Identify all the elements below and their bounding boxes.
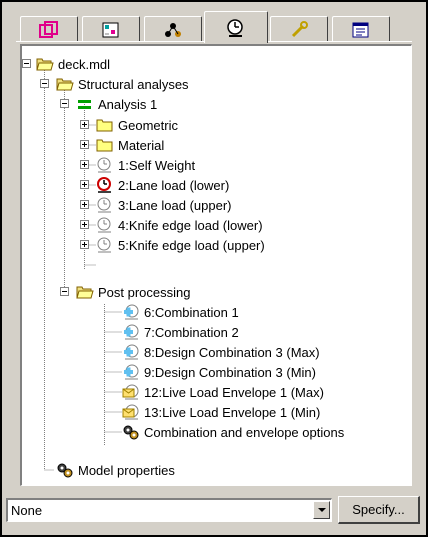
tree-node-loadcase-2[interactable]: 2:Lane load (lower) bbox=[96, 175, 229, 195]
tab-strip bbox=[20, 10, 412, 43]
tree-node-loadcase-5[interactable]: 5:Knife edge load (upper) bbox=[96, 235, 265, 255]
expand-toggle[interactable] bbox=[80, 120, 89, 129]
clock-icon bbox=[96, 237, 114, 253]
tree-node-label: 6:Combination 1 bbox=[144, 304, 239, 320]
expand-toggle[interactable] bbox=[80, 180, 89, 189]
tree-node-combination-options[interactable]: Combination and envelope options bbox=[122, 422, 344, 442]
tree-node-label: 5:Knife edge load (upper) bbox=[118, 237, 265, 253]
tab-analysis[interactable] bbox=[204, 11, 268, 43]
tree-node-label: Model properties bbox=[78, 462, 175, 478]
combination-icon bbox=[122, 364, 140, 380]
clock-icon bbox=[96, 157, 114, 173]
open-folder-icon bbox=[76, 284, 94, 300]
tree-node-label: Structural analyses bbox=[78, 76, 189, 92]
tree-node-label: 9:Design Combination 3 (Min) bbox=[144, 364, 316, 380]
tab-geometry[interactable] bbox=[20, 16, 78, 42]
tab-properties[interactable] bbox=[332, 16, 390, 42]
tree-node-label: 4:Knife edge load (lower) bbox=[118, 217, 263, 233]
tree-node-label: 7:Combination 2 bbox=[144, 324, 239, 340]
expand-toggle[interactable] bbox=[80, 240, 89, 249]
tree-node-post-processing[interactable]: Post processing bbox=[76, 282, 191, 302]
open-folder-icon bbox=[36, 56, 54, 72]
tab-grid[interactable] bbox=[82, 16, 140, 42]
tree-node-analysis-1[interactable]: Analysis 1 bbox=[76, 94, 157, 114]
tree-node-label: Post processing bbox=[98, 284, 191, 300]
tree-node-envelope-12[interactable]: 12:Live Load Envelope 1 (Max) bbox=[122, 382, 324, 402]
expand-toggle[interactable] bbox=[80, 220, 89, 229]
tree-node-label: Analysis 1 bbox=[98, 96, 158, 112]
filter-combo[interactable]: None bbox=[6, 498, 332, 522]
folder-icon bbox=[96, 117, 114, 133]
tree-node-loadcase-4[interactable]: 4:Knife edge load (lower) bbox=[96, 215, 263, 235]
tree-node-label: Geometric bbox=[118, 117, 178, 133]
tab-tools[interactable] bbox=[270, 16, 328, 42]
clock-icon bbox=[96, 197, 114, 213]
gears-icon bbox=[122, 424, 140, 440]
expand-toggle-root[interactable] bbox=[22, 59, 31, 68]
tree-node-material[interactable]: Material bbox=[96, 135, 164, 155]
tree-node-root[interactable]: deck.mdl bbox=[36, 54, 110, 74]
wrench-icon bbox=[289, 20, 309, 39]
tree-node-combination-8[interactable]: 8:Design Combination 3 (Max) bbox=[122, 342, 320, 362]
combination-icon bbox=[122, 344, 140, 360]
combo-value: None bbox=[11, 503, 43, 518]
tree-node-label: 8:Design Combination 3 (Max) bbox=[144, 344, 320, 360]
tree-node-loadcase-3[interactable]: 3:Lane load (upper) bbox=[96, 195, 231, 215]
tree-node-label: 2:Lane load (lower) bbox=[118, 177, 230, 193]
tree-node-model-properties[interactable]: Model properties bbox=[56, 460, 175, 480]
folder-icon bbox=[96, 137, 114, 153]
specify-button[interactable]: Specify... bbox=[338, 496, 420, 524]
tree-node-combination-9[interactable]: 9:Design Combination 3 (Min) bbox=[122, 362, 316, 382]
model-tree[interactable]: deck.mdl Structural analyses Analysis 1 … bbox=[20, 44, 412, 486]
tree-node-structural-analyses[interactable]: Structural analyses bbox=[56, 74, 189, 94]
tree-node-envelope-13[interactable]: 13:Live Load Envelope 1 (Min) bbox=[122, 402, 320, 422]
tree-node-label: 12:Live Load Envelope 1 (Max) bbox=[144, 384, 324, 400]
tree-node-combination-6[interactable]: 6:Combination 1 bbox=[122, 302, 239, 322]
open-folder-icon bbox=[56, 76, 74, 92]
tree-node-geometric[interactable]: Geometric bbox=[96, 115, 178, 135]
tree-node-label: 3:Lane load (upper) bbox=[118, 197, 232, 213]
analysis-equals-icon bbox=[76, 96, 94, 112]
expand-toggle[interactable] bbox=[80, 140, 89, 149]
tree-node-label: Material bbox=[118, 137, 165, 153]
tab-groups[interactable] bbox=[144, 16, 202, 42]
envelope-icon bbox=[122, 404, 140, 420]
expand-toggle-analysis[interactable] bbox=[60, 99, 69, 108]
geometry-view-icon bbox=[39, 20, 59, 39]
expand-toggle[interactable] bbox=[80, 200, 89, 209]
analysis-clock-icon bbox=[225, 18, 247, 38]
combination-icon bbox=[122, 324, 140, 340]
clock-icon bbox=[96, 217, 114, 233]
gears-icon bbox=[56, 462, 74, 478]
tree-node-label: Combination and envelope options bbox=[144, 424, 345, 440]
expand-toggle-post[interactable] bbox=[60, 287, 69, 296]
combination-icon bbox=[122, 304, 140, 320]
dropdown-arrow-icon[interactable] bbox=[313, 501, 330, 519]
envelope-icon bbox=[122, 384, 140, 400]
panel-window: deck.mdl Structural analyses Analysis 1 … bbox=[0, 0, 428, 537]
tree-node-combination-7[interactable]: 7:Combination 2 bbox=[122, 322, 239, 342]
tree-node-label: 13:Live Load Envelope 1 (Min) bbox=[144, 404, 321, 420]
properties-icon bbox=[351, 21, 371, 39]
tree-node-loadcase-1[interactable]: 1:Self Weight bbox=[96, 155, 195, 175]
tree-node-label: 1:Self Weight bbox=[118, 157, 196, 173]
expand-toggle[interactable] bbox=[80, 160, 89, 169]
tree-node-label: deck.mdl bbox=[58, 56, 111, 72]
clock-active-icon bbox=[96, 177, 114, 193]
grid-view-icon bbox=[101, 21, 121, 39]
group-icon bbox=[163, 21, 183, 39]
expand-toggle-structural[interactable] bbox=[40, 79, 49, 88]
